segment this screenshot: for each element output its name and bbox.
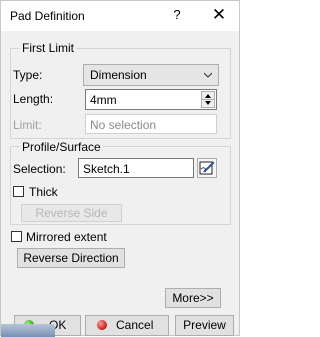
cancel-label: Cancel	[116, 318, 154, 332]
help-button[interactable]: ?	[170, 7, 184, 25]
more-label: More>>	[172, 291, 214, 305]
type-dropdown[interactable]: Dimension	[83, 64, 219, 86]
reverse-side-button: Reverse Side	[21, 204, 122, 222]
more-button[interactable]: More>>	[165, 288, 221, 308]
thick-checkbox[interactable]	[13, 186, 24, 197]
edit-sketch-icon	[199, 161, 215, 175]
selection-value: Sketch.1	[83, 162, 130, 176]
preview-button[interactable]: Preview	[175, 315, 234, 336]
close-button[interactable]: ✕	[208, 4, 230, 26]
reverse-side-label: Reverse Side	[35, 206, 108, 220]
limit-field: No selection	[85, 114, 217, 134]
window-title: Pad Definition	[10, 9, 85, 23]
selection-label: Selection:	[13, 162, 66, 176]
limit-value: No selection	[90, 118, 157, 132]
profile-surface-group-label: Profile/Surface	[20, 140, 103, 154]
pad-definition-dialog: Pad Definition ? ✕ First Limit Type: Dim…	[0, 0, 240, 337]
length-field[interactable]: 4mm	[85, 89, 217, 110]
limit-label: Limit:	[13, 118, 42, 132]
length-spinner[interactable]	[201, 91, 215, 108]
first-limit-group-label: First Limit	[20, 41, 76, 55]
length-value: 4mm	[90, 93, 117, 107]
type-value: Dimension	[90, 68, 147, 82]
title-bar: Pad Definition ? ✕	[1, 1, 239, 31]
thick-label[interactable]: Thick	[29, 185, 58, 199]
mirrored-extent-checkbox[interactable]	[11, 231, 22, 242]
taskbar-fragment	[1, 324, 55, 337]
mirrored-extent-label[interactable]: Mirrored extent	[26, 230, 107, 244]
chevron-down-icon	[204, 72, 212, 78]
reverse-direction-label: Reverse Direction	[23, 251, 119, 265]
preview-label: Preview	[183, 318, 226, 332]
length-label: Length:	[13, 92, 54, 106]
sketch-edit-button[interactable]	[197, 158, 217, 178]
cancel-status-icon	[97, 320, 107, 330]
spin-down-icon[interactable]	[205, 101, 211, 105]
selection-field[interactable]: Sketch.1	[78, 158, 194, 178]
type-label: Type:	[13, 68, 43, 82]
spin-up-icon[interactable]	[205, 94, 211, 98]
cancel-button[interactable]: Cancel	[85, 315, 169, 336]
reverse-direction-button[interactable]: Reverse Direction	[17, 248, 125, 268]
